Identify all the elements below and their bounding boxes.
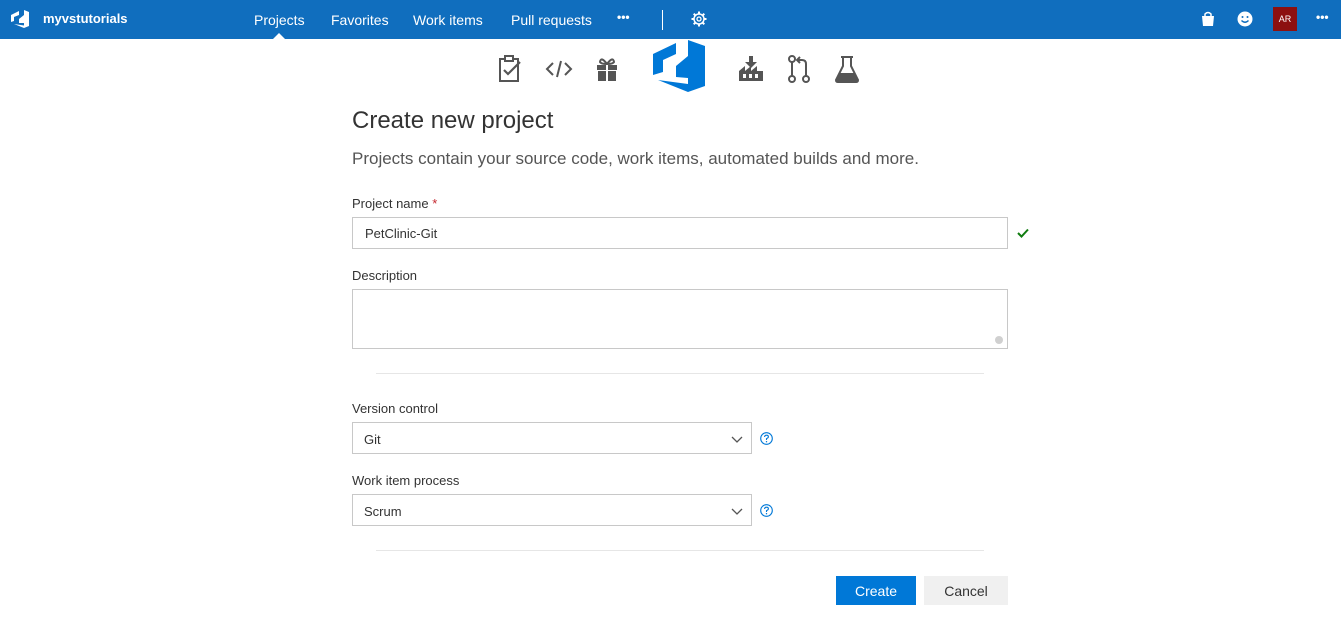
smiley-feedback-icon[interactable] bbox=[1236, 10, 1254, 28]
build-icon bbox=[739, 56, 763, 81]
code-icon bbox=[545, 60, 573, 78]
checkmark-icon bbox=[1017, 228, 1029, 238]
required-mark: * bbox=[432, 196, 438, 211]
vsts-logo-icon bbox=[653, 40, 705, 92]
nav-projects[interactable]: Projects bbox=[254, 12, 305, 39]
help-icon[interactable] bbox=[760, 432, 773, 445]
nav-favorites[interactable]: Favorites bbox=[331, 12, 389, 28]
test-flask-icon bbox=[834, 56, 860, 83]
resize-handle[interactable] bbox=[995, 336, 1003, 344]
cancel-button[interactable]: Cancel bbox=[924, 576, 1008, 605]
chevron-down-icon bbox=[731, 436, 743, 443]
top-bar: myvstutorials Projects Favorites Work it… bbox=[0, 0, 1341, 39]
avatar[interactable]: AR bbox=[1273, 7, 1297, 31]
chevron-down-icon bbox=[731, 508, 743, 515]
project-name-label: Project name * bbox=[352, 196, 437, 211]
shopping-bag-icon[interactable] bbox=[1199, 10, 1217, 28]
description-label: Description bbox=[352, 268, 418, 283]
page-title: Create new project bbox=[352, 107, 554, 134]
page-subtitle: Projects contain your source code, work … bbox=[352, 149, 919, 168]
vsts-logo-icon[interactable] bbox=[10, 9, 30, 29]
help-icon[interactable] bbox=[760, 504, 773, 517]
nav-work-items[interactable]: Work items bbox=[413, 12, 483, 28]
gift-icon bbox=[597, 58, 617, 81]
nav-pull-requests[interactable]: Pull requests bbox=[511, 12, 592, 28]
pull-request-icon bbox=[788, 55, 810, 83]
org-name[interactable]: myvstutorials bbox=[43, 11, 128, 26]
version-control-select[interactable]: Git bbox=[352, 422, 752, 454]
more-options-button[interactable]: ••• bbox=[1316, 10, 1329, 24]
work-item-process-select[interactable]: Scrum bbox=[352, 494, 752, 526]
gear-icon[interactable] bbox=[690, 10, 708, 28]
project-name-input[interactable] bbox=[352, 217, 1008, 249]
version-control-label: Version control bbox=[352, 401, 438, 416]
work-item-process-value: Scrum bbox=[364, 504, 402, 519]
description-textarea[interactable] bbox=[352, 289, 1008, 349]
boards-icon bbox=[499, 55, 521, 82]
section-divider bbox=[376, 550, 984, 551]
version-control-value: Git bbox=[364, 432, 381, 447]
nav-more-button[interactable]: ••• bbox=[617, 10, 630, 24]
create-button[interactable]: Create bbox=[836, 576, 916, 605]
project-name-label-text: Project name bbox=[352, 196, 429, 211]
work-item-process-label: Work item process bbox=[352, 473, 460, 488]
section-divider bbox=[376, 373, 984, 374]
nav-divider bbox=[662, 10, 663, 30]
